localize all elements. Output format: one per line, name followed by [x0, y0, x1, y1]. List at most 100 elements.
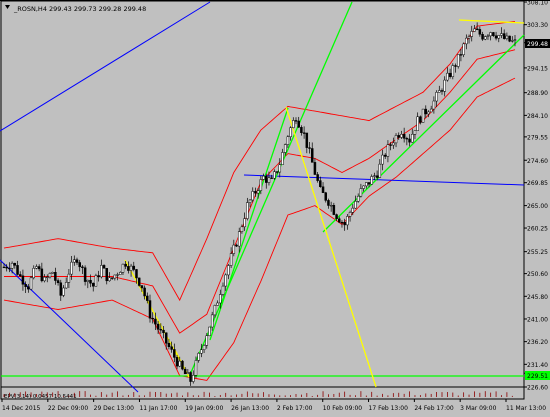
candle-body	[454, 65, 457, 67]
candle-body	[419, 116, 422, 123]
candle-body	[154, 318, 157, 325]
candle-body	[332, 205, 336, 215]
candle-body	[484, 36, 487, 40]
candle-body	[2, 266, 6, 269]
x-tick-label: 17 Feb 13:00	[369, 405, 409, 412]
x-axis: 14 Dec 2015 22 Dec 09:00 29 Dec 13:00 11 Ja…	[1, 399, 546, 412]
candle-body	[59, 282, 63, 296]
candle-body	[70, 261, 73, 275]
candle-body	[37, 266, 41, 270]
candle-body	[354, 201, 357, 209]
candle-body	[208, 326, 211, 336]
candle-body	[54, 272, 57, 281]
candle-body	[224, 274, 227, 287]
candle-body	[492, 32, 495, 36]
candle-body	[267, 177, 271, 183]
candle-body	[121, 263, 125, 273]
candle-body	[324, 192, 327, 201]
candle-body	[424, 108, 428, 115]
candle-body	[486, 35, 490, 37]
candle-body	[432, 100, 436, 110]
candle-body	[316, 174, 319, 181]
candle-body	[78, 262, 81, 268]
candle-body	[73, 259, 76, 263]
candle-body	[489, 32, 492, 37]
candle-body	[502, 33, 506, 39]
candle-body	[508, 35, 511, 42]
candle-body	[265, 175, 268, 183]
candle-body	[305, 132, 309, 148]
candle-body	[227, 265, 230, 276]
candle-body	[451, 65, 455, 77]
candle-body	[91, 282, 95, 287]
candle-body	[429, 108, 433, 113]
candle-body	[40, 268, 44, 282]
y-tick-label: 284.10	[527, 113, 548, 120]
candle-body	[338, 218, 341, 223]
candle-body	[356, 195, 360, 202]
y-tick-label: 288.90	[527, 90, 548, 97]
candle-body	[18, 274, 22, 277]
candle-body	[251, 191, 254, 201]
y-tick-label: 279.55	[527, 134, 548, 141]
x-tick-label: 22 Dec 09:00	[48, 405, 89, 412]
candle-body	[248, 199, 252, 203]
candle-body	[297, 120, 300, 128]
candle-body	[156, 323, 160, 330]
candle-body	[229, 253, 233, 266]
candle-body	[173, 349, 176, 358]
candle-body	[294, 120, 298, 122]
candle-body	[475, 28, 479, 30]
candle-body	[286, 136, 290, 145]
candle-body	[113, 274, 117, 279]
y-tick-label: 245.80	[527, 294, 548, 301]
candle-body	[278, 164, 282, 173]
candle-body	[192, 375, 195, 382]
y-tick-label: 260.25	[527, 226, 548, 233]
candle-body	[119, 272, 122, 275]
candle-body	[440, 90, 444, 92]
candle-body	[302, 132, 306, 134]
candle-body	[232, 244, 236, 254]
candle-body	[292, 120, 295, 128]
candle-body	[375, 175, 379, 178]
y-tick-label: 236.20	[527, 339, 548, 346]
candle-body	[443, 79, 446, 92]
candle-body	[200, 349, 203, 354]
candle-body	[205, 335, 209, 346]
candle-body	[235, 244, 238, 247]
candle-body	[178, 360, 181, 367]
candle-body	[335, 214, 338, 220]
candle-body	[273, 171, 276, 179]
x-tick-label: 11 Mar 13:00	[506, 405, 546, 412]
candle-body	[102, 265, 106, 269]
candle-body	[505, 35, 509, 39]
x-tick-label: 24 Feb 17:00	[414, 405, 454, 412]
candle-body	[481, 34, 484, 40]
y-tick-label: 294.15	[527, 65, 548, 72]
candle-body	[219, 294, 222, 304]
candle-body	[116, 274, 119, 276]
candle-body	[140, 285, 144, 289]
candle-body	[83, 267, 87, 282]
candle-body	[202, 345, 206, 351]
candle-body	[146, 295, 149, 301]
candle-body	[392, 142, 395, 146]
x-tick-label: 29 Dec 13:00	[94, 405, 135, 412]
x-tick-label: 11 Jan 17:00	[139, 405, 177, 412]
x-tick-label: 10 Feb 09:00	[323, 405, 363, 412]
candle-body	[32, 268, 35, 279]
x-tick-label: 3 Mar 09:00	[460, 405, 496, 412]
price-chart[interactable]: _ROSN,H4 299.43 299.73 299.28 299.48 EPV…	[0, 0, 550, 413]
candle-body	[494, 35, 498, 39]
x-tick-label: 19 Jan 09:00	[185, 405, 223, 412]
candle-body	[462, 43, 465, 56]
candle-body	[340, 221, 344, 224]
candle-body	[400, 134, 403, 138]
y-tick-label: 250.60	[527, 271, 548, 278]
candle-body	[378, 163, 382, 178]
candle-body	[438, 90, 441, 93]
candle-body	[254, 191, 257, 194]
candle-body	[394, 135, 398, 144]
candle-body	[29, 277, 33, 290]
